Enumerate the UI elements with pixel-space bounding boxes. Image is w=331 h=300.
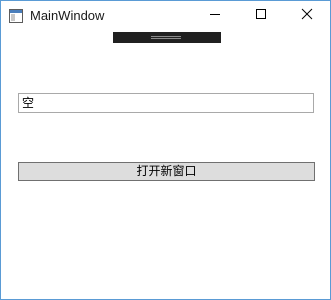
app-window-icon [9, 9, 23, 23]
close-button[interactable] [284, 1, 330, 31]
debug-toolbar[interactable] [113, 32, 221, 43]
minimize-icon [209, 7, 221, 25]
main-window: MainWindow 空 打开新窗口 [0, 0, 331, 300]
close-icon [301, 7, 313, 25]
maximize-button[interactable] [238, 1, 284, 31]
text-field[interactable]: 空 [18, 93, 314, 113]
title-bar[interactable]: MainWindow [1, 1, 330, 31]
maximize-icon [255, 7, 267, 25]
open-new-window-button[interactable]: 打开新窗口 [18, 162, 315, 181]
window-title: MainWindow [30, 8, 105, 23]
minimize-button[interactable] [192, 1, 238, 31]
toolbar-grip-icon[interactable] [151, 36, 181, 39]
